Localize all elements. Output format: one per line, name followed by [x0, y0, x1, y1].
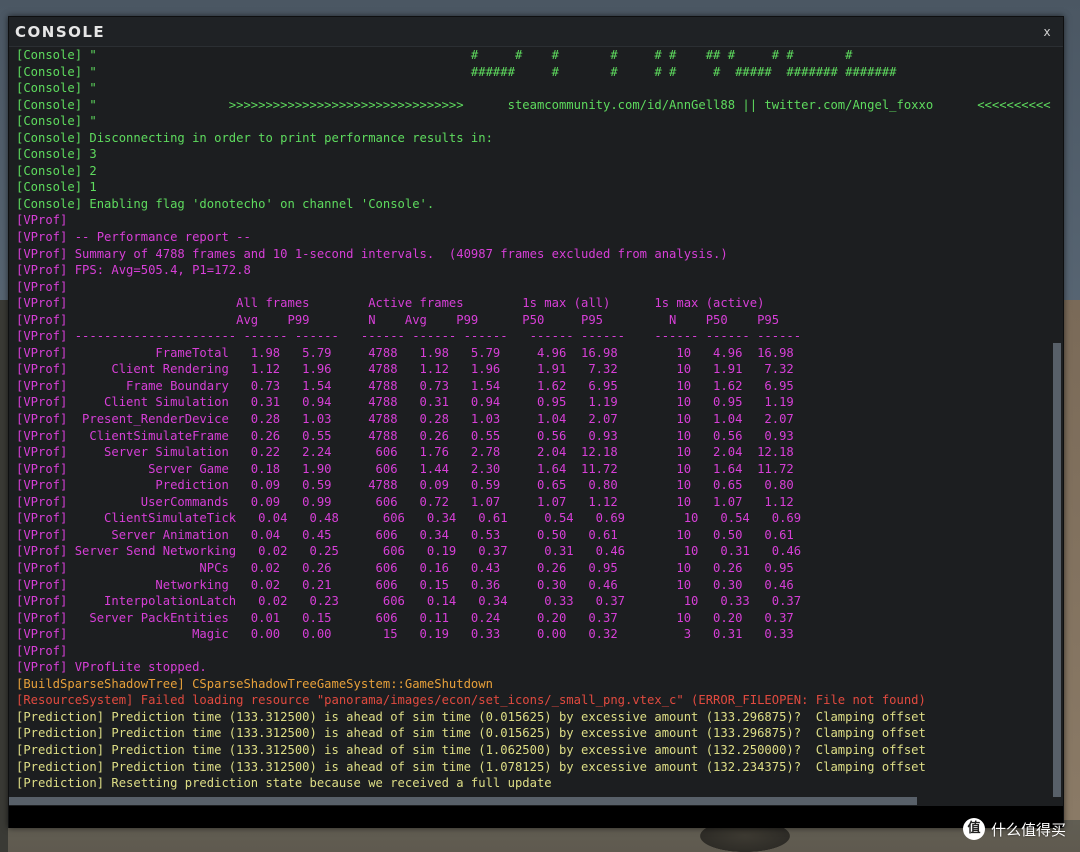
- log-line: [VProf] ClientSimulateTick 0.04 0.48 606…: [16, 511, 802, 526]
- log-line: [VProf] Prediction 0.09 0.59 4788 0.09 0…: [16, 478, 794, 493]
- log-line: [Prediction] Resetting prediction state …: [16, 776, 552, 791]
- log-line: [Prediction] Prediction time (133.312500…: [16, 726, 926, 741]
- log-line: [VProf] NPCs 0.02 0.26 606 0.16 0.43 0.2…: [16, 560, 794, 575]
- log-line: [Console] 1: [16, 180, 97, 195]
- log-line: [Console] Disconnecting in order to prin…: [16, 130, 493, 145]
- background-wall: [1062, 300, 1080, 820]
- console-title: CONSOLE: [15, 22, 106, 41]
- log-line: [VProf]: [16, 213, 68, 228]
- watermark: 值 什么值得买: [962, 816, 1066, 842]
- command-input[interactable]: [9, 806, 1063, 828]
- log-line: [VProf]: [16, 279, 68, 294]
- log-line: [VProf] Networking 0.02 0.21 606 0.15 0.…: [16, 577, 794, 592]
- log-line: [VProf] FrameTotal 1.98 5.79 4788 1.98 5…: [16, 345, 794, 360]
- log-line: [VProf] Server Simulation 0.22 2.24 606 …: [16, 445, 794, 460]
- log-line: [VProf] UserCommands 0.09 0.99 606 0.72 …: [16, 494, 794, 509]
- log-line: [VProf] Present_RenderDevice 0.28 1.03 4…: [16, 412, 794, 427]
- log-line: [VProf] ClientSimulateFrame 0.26 0.55 47…: [16, 428, 794, 443]
- log-line: [VProf] Client Simulation 0.31 0.94 4788…: [16, 395, 794, 410]
- log-line: [VProf] ---------------------- ------ --…: [16, 329, 802, 344]
- log-line: [VProf] Magic 0.00 0.00 15 0.19 0.33 0.0…: [16, 627, 794, 642]
- log-line: [BuildSparseShadowTree] CSparseShadowTre…: [16, 676, 493, 691]
- console-log-output[interactable]: [Console] " # # # # # # ## # # # # [Conso…: [9, 47, 1053, 797]
- console-window: CONSOLE x [Console] " # # # # # # ## # #…: [8, 16, 1064, 828]
- log-line: [Console] 3: [16, 147, 97, 162]
- log-line: [VProf] FPS: Avg=505.4, P1=172.8: [16, 263, 251, 278]
- log-line: [VProf] Server PackEntities 0.01 0.15 60…: [16, 610, 794, 625]
- log-line: [ResourceSystem] Failed loading resource…: [16, 693, 926, 708]
- log-line: [VProf] Server Animation 0.04 0.45 606 0…: [16, 527, 794, 542]
- log-line: [Prediction] Prediction time (133.312500…: [16, 709, 926, 724]
- vertical-scrollbar-thumb[interactable]: [1053, 343, 1061, 797]
- log-line: [VProf] Server Game 0.18 1.90 606 1.44 2…: [16, 461, 794, 476]
- log-line: [Console] Enabling flag 'donotecho' on c…: [16, 196, 435, 211]
- log-line: [Console] " # # # # # # ## # # # #: [16, 48, 853, 62]
- log-line: [Console] " ###### # # # # # ##### #####…: [16, 64, 897, 79]
- log-line: [VProf] InterpolationLatch 0.02 0.23 606…: [16, 594, 802, 609]
- log-line: [VProf] Summary of 4788 frames and 10 1-…: [16, 246, 728, 261]
- log-line: [Prediction] Prediction time (133.312500…: [16, 742, 926, 757]
- log-line: [VProf] Avg P99 N Avg P99 P50 P95 N P50 …: [16, 312, 780, 327]
- log-line: [VProf] All frames Active frames 1s max …: [16, 296, 765, 311]
- log-line: [VProf] Client Rendering 1.12 1.96 4788 …: [16, 362, 794, 377]
- log-line: [Console] ": [16, 114, 97, 129]
- log-line: [Console] ": [16, 81, 97, 96]
- log-line: [VProf] Server Send Networking 0.02 0.25…: [16, 544, 802, 559]
- horizontal-scrollbar-thumb[interactable]: [9, 797, 917, 805]
- horizontal-scrollbar[interactable]: [9, 797, 1053, 805]
- log-line: [VProf] VProfLite stopped.: [16, 660, 207, 675]
- watermark-logo-icon: 值: [962, 818, 985, 840]
- close-button[interactable]: x: [1039, 24, 1055, 40]
- log-line: [Console] 2: [16, 163, 97, 178]
- background-post: [0, 300, 8, 852]
- log-line: [Console] " >>>>>>>>>>>>>>>>>>>>>>>>>>>>…: [16, 97, 1053, 112]
- watermark-text: 什么值得买: [990, 820, 1066, 839]
- log-line: [VProf] -- Performance report --: [16, 230, 251, 245]
- console-titlebar[interactable]: CONSOLE x: [9, 17, 1063, 47]
- log-line: [VProf]: [16, 643, 68, 658]
- vertical-scrollbar[interactable]: [1051, 47, 1063, 797]
- log-line: [VProf] Frame Boundary 0.73 1.54 4788 0.…: [16, 378, 794, 393]
- log-line: [Prediction] Prediction time (133.312500…: [16, 759, 926, 774]
